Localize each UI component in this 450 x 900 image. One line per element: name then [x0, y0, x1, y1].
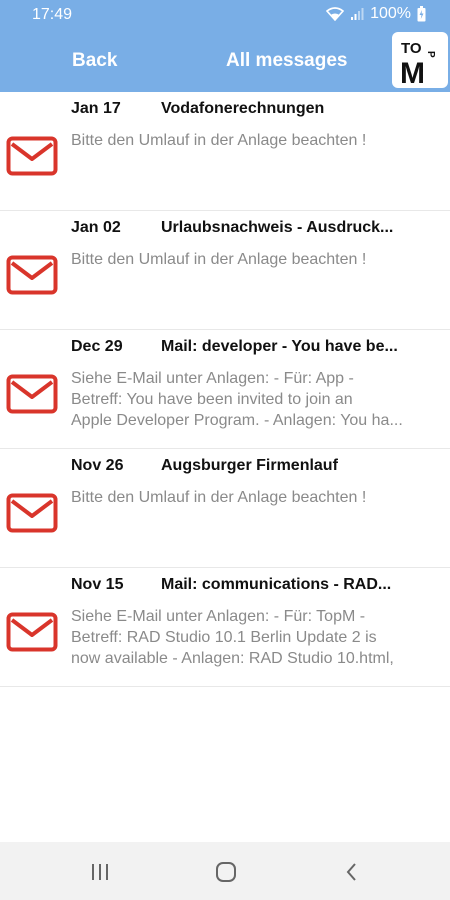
- message-list: Jan 17 Vodafonerechnungen Bitte den Umla…: [0, 92, 450, 687]
- battery-icon: [417, 6, 426, 22]
- message-item[interactable]: Dec 29 Mail: developer - You have be... …: [0, 330, 450, 449]
- message-subject: Vodafonerechnungen: [161, 100, 325, 117]
- message-preview-line: Betreff: RAD Studio 10.1 Berlin Update 2…: [71, 629, 377, 646]
- message-preview-line: Apple Developer Program. - Anlagen: You …: [71, 412, 403, 429]
- message-preview-line: Siehe E-Mail unter Anlagen: - Für: App -: [71, 370, 354, 387]
- page-title: All messages: [226, 50, 348, 71]
- message-preview: Bitte den Umlauf in der Anlage beachten …: [71, 249, 450, 270]
- message-subject: Augsburger Firmenlauf: [161, 457, 338, 474]
- message-preview-line: Betreff: You have been invited to join a…: [71, 391, 353, 408]
- message-preview-line: Siehe E-Mail unter Anlagen: - Für: TopM …: [71, 608, 366, 625]
- message-subject: Urlaubsnachweis - Ausdruck...: [161, 219, 394, 236]
- message-preview: Bitte den Umlauf in der Anlage beachten …: [71, 130, 450, 151]
- message-subject: Mail: developer - You have be...: [161, 338, 398, 355]
- battery-percent: 100%: [370, 5, 411, 22]
- signal-icon: [351, 8, 364, 20]
- message-preview-line: Bitte den Umlauf in der Anlage beachten …: [71, 132, 367, 149]
- message-item[interactable]: Nov 15 Mail: communications - RAD... Sie…: [0, 568, 450, 687]
- message-item[interactable]: Jan 02 Urlaubsnachweis - Ausdruck... Bit…: [0, 211, 450, 330]
- home-icon[interactable]: [211, 858, 241, 886]
- logo-text-p: P: [425, 51, 436, 58]
- message-item[interactable]: Nov 26 Augsburger Firmenlauf Bitte den U…: [0, 449, 450, 568]
- app-bar: Back All messages TO P M: [0, 30, 450, 92]
- message-date: Dec 29: [71, 338, 123, 355]
- status-indicators: 100%: [326, 5, 426, 23]
- topm-logo: TO P M: [392, 32, 448, 88]
- message-date: Jan 17: [71, 100, 121, 117]
- logo-text-m: M: [400, 57, 425, 88]
- mail-icon: [6, 374, 58, 414]
- recent-apps-icon[interactable]: [85, 858, 115, 886]
- status-bar: 17:49 100%: [0, 0, 450, 30]
- message-preview: Bitte den Umlauf in der Anlage beachten …: [71, 487, 450, 508]
- message-date: Nov 15: [71, 576, 124, 593]
- message-preview-line: Bitte den Umlauf in der Anlage beachten …: [71, 489, 367, 506]
- message-preview: Siehe E-Mail unter Anlagen: - Für: TopM …: [71, 606, 450, 669]
- mail-icon: [6, 612, 58, 652]
- message-item[interactable]: Jan 17 Vodafonerechnungen Bitte den Umla…: [0, 92, 450, 211]
- system-nav-bar: [0, 842, 450, 900]
- back-icon[interactable]: [337, 858, 367, 886]
- status-time: 17:49: [32, 6, 73, 23]
- message-preview: Siehe E-Mail unter Anlagen: - Für: App -…: [71, 368, 450, 431]
- message-subject: Mail: communications - RAD...: [161, 576, 392, 593]
- mail-icon: [6, 255, 58, 295]
- message-preview-line: Bitte den Umlauf in der Anlage beachten …: [71, 251, 367, 268]
- back-button[interactable]: Back: [72, 30, 117, 92]
- message-preview-line: now available - Anlagen: RAD Studio 10.h…: [71, 650, 394, 667]
- wifi-icon: [326, 7, 345, 21]
- message-date: Jan 02: [71, 219, 121, 236]
- logo-text-to: TO: [401, 40, 422, 57]
- message-date: Nov 26: [71, 457, 124, 474]
- mail-icon: [6, 493, 58, 533]
- mail-icon: [6, 136, 58, 176]
